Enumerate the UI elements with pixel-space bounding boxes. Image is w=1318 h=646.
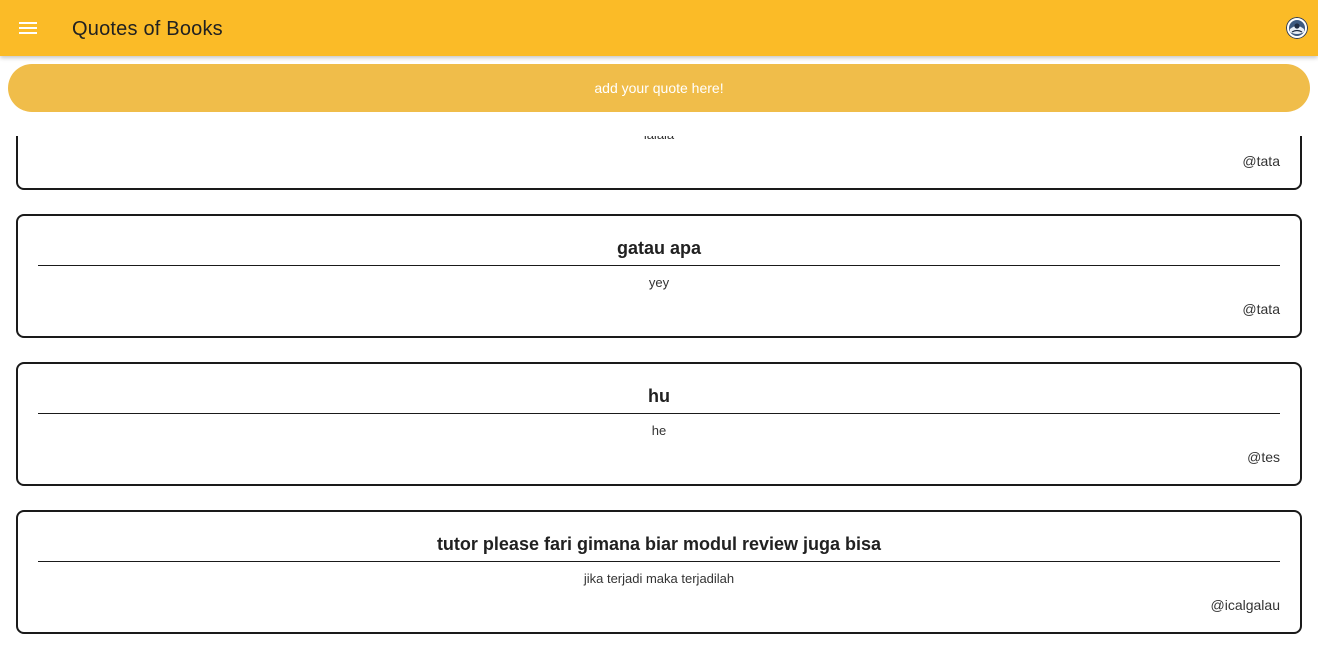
quote-title: tutor please fari gimana biar modul revi… (436, 534, 882, 554)
quote-divider (38, 413, 1280, 414)
quote-author: @tata (1242, 301, 1280, 317)
quote-title: hu (648, 386, 670, 406)
quote-card[interactable]: hu he @tes (16, 362, 1302, 486)
quote-divider (38, 561, 1280, 562)
quote-text: jika terjadi maka terjadilah (583, 571, 735, 586)
quote-divider (38, 265, 1280, 266)
app-title: Quotes of Books (72, 18, 223, 40)
quote-author: @tata (1242, 153, 1280, 169)
quote-card[interactable]: tutor please fari gimana biar modul revi… (16, 510, 1302, 634)
quote-title: gatau apa (616, 238, 702, 258)
quote-text: yey (648, 275, 670, 290)
menu-icon[interactable] (16, 16, 40, 40)
quote-text: he (651, 423, 667, 438)
quote-author: @icalgalau (1210, 597, 1280, 613)
add-quote-button[interactable]: add your quote here! (8, 64, 1310, 112)
app-bar: Quotes of Books (0, 0, 1318, 56)
quote-author: @tes (1247, 449, 1280, 465)
profile-avatar-icon[interactable] (1286, 17, 1308, 39)
quote-card[interactable]: gatau apa yey @tata (16, 214, 1302, 338)
